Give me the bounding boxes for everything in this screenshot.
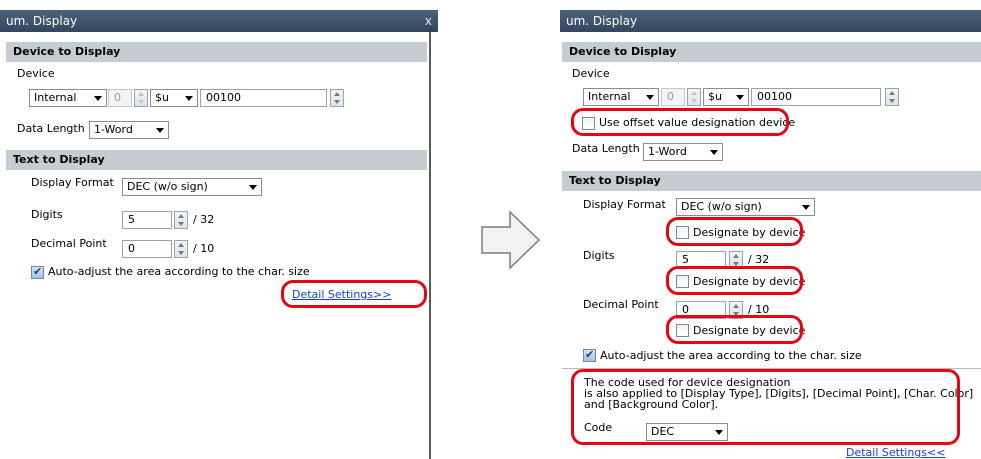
right-title-bar[interactable]: um. Display bbox=[560, 10, 981, 32]
chevron-down-icon bbox=[802, 205, 810, 210]
auto-adjust-checkbox[interactable] bbox=[583, 348, 596, 362]
text-section-header: Text to Display bbox=[6, 150, 427, 170]
data-length-select[interactable]: 1-Word bbox=[89, 121, 169, 139]
device-code-value: $u bbox=[708, 90, 722, 103]
decimal-input[interactable]: 0 bbox=[122, 240, 172, 258]
data-length-value: 1-Word bbox=[648, 145, 687, 158]
highlight-designate-decimal bbox=[666, 315, 803, 344]
device-label: Device bbox=[17, 67, 55, 80]
device-code-select[interactable]: $u bbox=[150, 89, 198, 107]
display-format-label: Display Format bbox=[583, 198, 666, 211]
left-dialog-title: um. Display bbox=[6, 14, 78, 28]
address-spinner[interactable] bbox=[330, 89, 344, 107]
decimal-label: Decimal Point bbox=[31, 237, 107, 250]
device-label: Device bbox=[572, 67, 610, 80]
offset-spinner[interactable] bbox=[687, 88, 701, 106]
digits-input[interactable]: 5 bbox=[122, 211, 172, 229]
auto-adjust-label: Auto-adjust the area according to the ch… bbox=[48, 265, 310, 278]
left-title-bar[interactable]: um. Display x bbox=[0, 10, 438, 32]
device-section-header: Device to Display bbox=[562, 42, 981, 62]
device-code-value: $u bbox=[155, 91, 169, 104]
right-dialog-title: um. Display bbox=[566, 14, 638, 28]
close-icon[interactable]: x bbox=[425, 10, 432, 32]
digits-max: / 32 bbox=[748, 253, 770, 266]
display-format-select[interactable]: DEC (w/o sign) bbox=[122, 178, 262, 196]
auto-adjust-checkbox[interactable] bbox=[31, 265, 44, 279]
address-input[interactable]: 00100 bbox=[200, 89, 327, 107]
address-spinner[interactable] bbox=[885, 88, 899, 106]
offset-spinner[interactable] bbox=[134, 89, 148, 107]
chevron-down-icon bbox=[646, 95, 654, 100]
detail-settings-link[interactable]: Detail Settings<< bbox=[846, 446, 945, 459]
device-type-value: Internal bbox=[34, 91, 77, 104]
display-format-label: Display Format bbox=[31, 176, 114, 189]
left-panel-border bbox=[429, 32, 431, 459]
decimal-label: Decimal Point bbox=[583, 298, 659, 311]
highlight-offset-device bbox=[571, 108, 789, 136]
display-format-value: DEC (w/o sign) bbox=[681, 200, 762, 213]
device-type-select[interactable]: Internal bbox=[583, 88, 659, 106]
display-format-value: DEC (w/o sign) bbox=[127, 180, 208, 193]
address-input[interactable]: 00100 bbox=[751, 88, 881, 106]
offset-input[interactable]: 0 bbox=[661, 88, 685, 106]
digits-spinner[interactable] bbox=[174, 211, 188, 229]
highlight-detail-settings bbox=[281, 280, 427, 308]
chevron-down-icon bbox=[185, 96, 193, 101]
digits-max: / 32 bbox=[193, 213, 215, 226]
device-code-select[interactable]: $u bbox=[703, 88, 749, 106]
decimal-spinner[interactable] bbox=[174, 240, 188, 258]
highlight-code-note bbox=[571, 369, 960, 445]
chevron-down-icon bbox=[156, 128, 164, 133]
device-type-value: Internal bbox=[588, 90, 631, 103]
device-type-select[interactable]: Internal bbox=[29, 89, 107, 107]
device-section-header: Device to Display bbox=[6, 42, 427, 62]
auto-adjust-label: Auto-adjust the area according to the ch… bbox=[600, 349, 862, 362]
data-length-select[interactable]: 1-Word bbox=[643, 143, 723, 161]
arrow-right-icon bbox=[481, 210, 541, 270]
data-length-label: Data Length bbox=[17, 122, 85, 135]
digits-label: Digits bbox=[583, 249, 615, 262]
digits-label: Digits bbox=[31, 208, 63, 221]
chevron-down-icon bbox=[94, 96, 102, 101]
decimal-max: / 10 bbox=[193, 242, 215, 255]
chevron-down-icon bbox=[710, 150, 718, 155]
highlight-designate-digits bbox=[666, 266, 803, 295]
chevron-down-icon bbox=[736, 95, 744, 100]
highlight-designate-format bbox=[666, 217, 803, 246]
data-length-value: 1-Word bbox=[94, 123, 133, 136]
offset-input[interactable]: 0 bbox=[108, 89, 132, 107]
data-length-label: Data Length bbox=[572, 142, 640, 155]
display-format-select[interactable]: DEC (w/o sign) bbox=[676, 198, 815, 216]
chevron-down-icon bbox=[249, 185, 257, 190]
text-section-header: Text to Display bbox=[562, 171, 981, 191]
